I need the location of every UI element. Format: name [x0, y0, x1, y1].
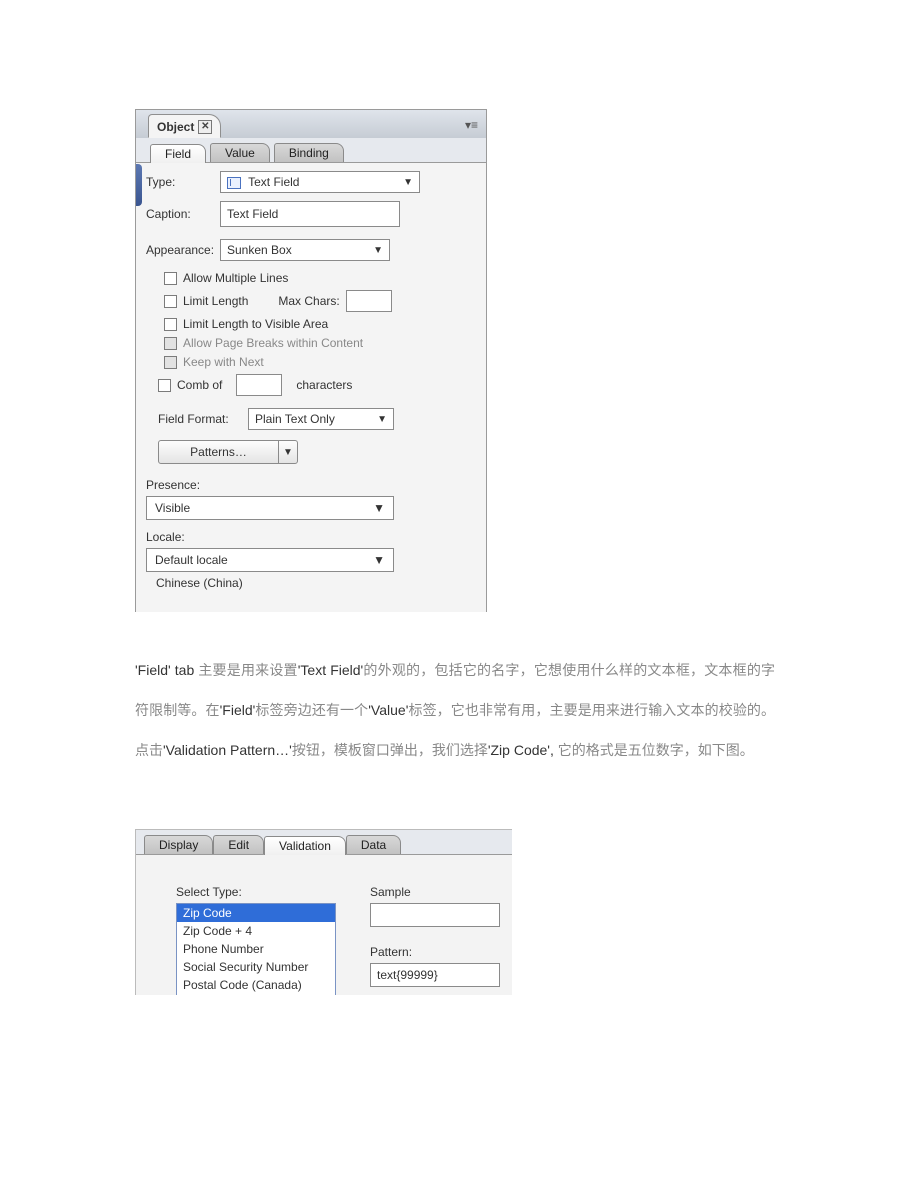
tab-field[interactable]: Field: [150, 144, 206, 163]
sample-input[interactable]: [370, 903, 500, 927]
pattern-input[interactable]: text{99999}: [370, 963, 500, 987]
chevron-down-icon[interactable]: ▼: [279, 441, 297, 463]
comb-of-label: Comb of: [177, 378, 222, 392]
allow-page-breaks-checkbox: Allow Page Breaks within Content: [164, 336, 476, 350]
limit-length-label: Limit Length: [183, 294, 248, 308]
allow-multiple-checkbox[interactable]: Allow Multiple Lines: [164, 271, 476, 285]
appearance-value: Sunken Box: [227, 243, 292, 257]
text-segment: 'Value': [368, 702, 408, 718]
appearance-label: Appearance:: [146, 243, 220, 257]
chevron-down-icon: ▼: [373, 245, 383, 256]
caption-value: Text Field: [227, 207, 278, 221]
field-format-label: Field Format:: [158, 412, 248, 426]
checkbox-icon: [164, 337, 177, 350]
text-segment: 按钮，模板窗口弹出，我们选择: [292, 742, 488, 758]
chevron-down-icon: ▼: [377, 414, 387, 425]
description-paragraph: 'Field' tab 主要是用来设置'Text Field'的外观的，包括它的…: [135, 650, 775, 770]
list-item[interactable]: Zip Code: [177, 904, 335, 922]
text-segment: 它的格式是五位数字，如下图。: [558, 742, 754, 758]
chevron-down-icon: ▼: [403, 177, 413, 188]
chevron-down-icon: ▼: [373, 553, 385, 567]
text-field-icon: [227, 177, 241, 189]
patterns-button[interactable]: Patterns… ▼: [158, 440, 298, 464]
type-label: Type:: [146, 175, 220, 189]
panel-menu-icon[interactable]: ▾≡: [465, 118, 478, 132]
presence-label: Presence:: [146, 478, 476, 492]
panel-title: Object: [157, 120, 194, 134]
text-segment: 'Validation Pattern…': [163, 742, 292, 758]
select-type-listbox[interactable]: Zip Code Zip Code + 4 Phone Number Socia…: [176, 903, 336, 995]
tabs-row: Field Value Binding: [136, 138, 486, 163]
keep-with-next-checkbox: Keep with Next: [164, 355, 476, 369]
checkbox-icon: [164, 356, 177, 369]
tab-binding[interactable]: Binding: [274, 143, 344, 162]
chevron-down-icon: ▼: [373, 501, 385, 515]
list-item[interactable]: Social Security Number: [177, 958, 335, 976]
locale-resolved: Chinese (China): [156, 576, 476, 590]
tabs-row: Display Edit Validation Data: [136, 830, 512, 855]
allow-multiple-label: Allow Multiple Lines: [183, 271, 288, 285]
presence-value: Visible: [155, 501, 190, 515]
field-format-value: Plain Text Only: [255, 412, 335, 426]
field-format-select[interactable]: Plain Text Only ▼: [248, 408, 394, 430]
caption-label: Caption:: [146, 207, 220, 221]
collapse-handle[interactable]: [136, 164, 142, 206]
text-segment: 'Field': [220, 702, 256, 718]
tab-data[interactable]: Data: [346, 835, 401, 854]
tab-edit[interactable]: Edit: [213, 835, 264, 854]
caption-input[interactable]: Text Field: [220, 201, 400, 227]
checkbox-icon: [164, 272, 177, 285]
max-chars-input[interactable]: [346, 290, 392, 312]
tab-value[interactable]: Value: [210, 143, 270, 162]
locale-value: Default locale: [155, 553, 228, 567]
comb-of-checkbox[interactable]: Comb of characters: [158, 374, 476, 396]
pattern-panel: Display Edit Validation Data Select Type…: [135, 829, 512, 995]
allow-page-breaks-label: Allow Page Breaks within Content: [183, 336, 363, 350]
panel-tab-object[interactable]: Object ✕: [148, 114, 221, 138]
checkbox-icon: [158, 379, 171, 392]
limit-visible-checkbox[interactable]: Limit Length to Visible Area: [164, 317, 476, 331]
pattern-label: Pattern:: [370, 945, 500, 959]
max-chars-label: Max Chars:: [278, 294, 339, 308]
tab-validation[interactable]: Validation: [264, 836, 346, 855]
close-icon[interactable]: ✕: [198, 120, 212, 134]
list-item[interactable]: Phone Number: [177, 940, 335, 958]
checkbox-icon: [164, 318, 177, 331]
locale-select[interactable]: Default locale ▼: [146, 548, 394, 572]
panel2-body: Select Type: Zip Code Zip Code + 4 Phone…: [136, 855, 512, 995]
limit-visible-label: Limit Length to Visible Area: [183, 317, 328, 331]
appearance-select[interactable]: Sunken Box ▼: [220, 239, 390, 261]
text-segment: 'Field' tab: [135, 662, 198, 678]
select-type-label: Select Type:: [176, 885, 336, 899]
text-segment: 'Text Field': [298, 662, 363, 678]
comb-count-input[interactable]: [236, 374, 282, 396]
panel-header: Object ✕ ▾≡: [136, 110, 486, 138]
limit-length-checkbox[interactable]: Limit Length Max Chars:: [164, 290, 476, 312]
sample-label: Sample: [370, 885, 500, 899]
characters-label: characters: [296, 378, 352, 392]
keep-with-next-label: Keep with Next: [183, 355, 264, 369]
page: Object ✕ ▾≡ Field Value Binding Type: Te…: [0, 0, 920, 1191]
tab-display[interactable]: Display: [144, 835, 213, 854]
list-item[interactable]: Zip Code + 4: [177, 922, 335, 940]
text-segment: 'Zip Code',: [488, 742, 558, 758]
type-select[interactable]: Text Field ▼: [220, 171, 420, 193]
presence-select[interactable]: Visible ▼: [146, 496, 394, 520]
type-value: Text Field: [248, 175, 299, 189]
text-segment: 标签旁边还有一个: [255, 702, 368, 718]
panel-body: Type: Text Field ▼ Caption: Text Field: [136, 163, 486, 612]
object-panel: Object ✕ ▾≡ Field Value Binding Type: Te…: [135, 109, 487, 612]
patterns-button-label: Patterns…: [159, 441, 279, 463]
list-item[interactable]: Postal Code (Canada): [177, 976, 335, 994]
locale-label: Locale:: [146, 530, 476, 544]
text-segment: 主要是用来设置: [198, 662, 297, 678]
checkbox-icon: [164, 295, 177, 308]
